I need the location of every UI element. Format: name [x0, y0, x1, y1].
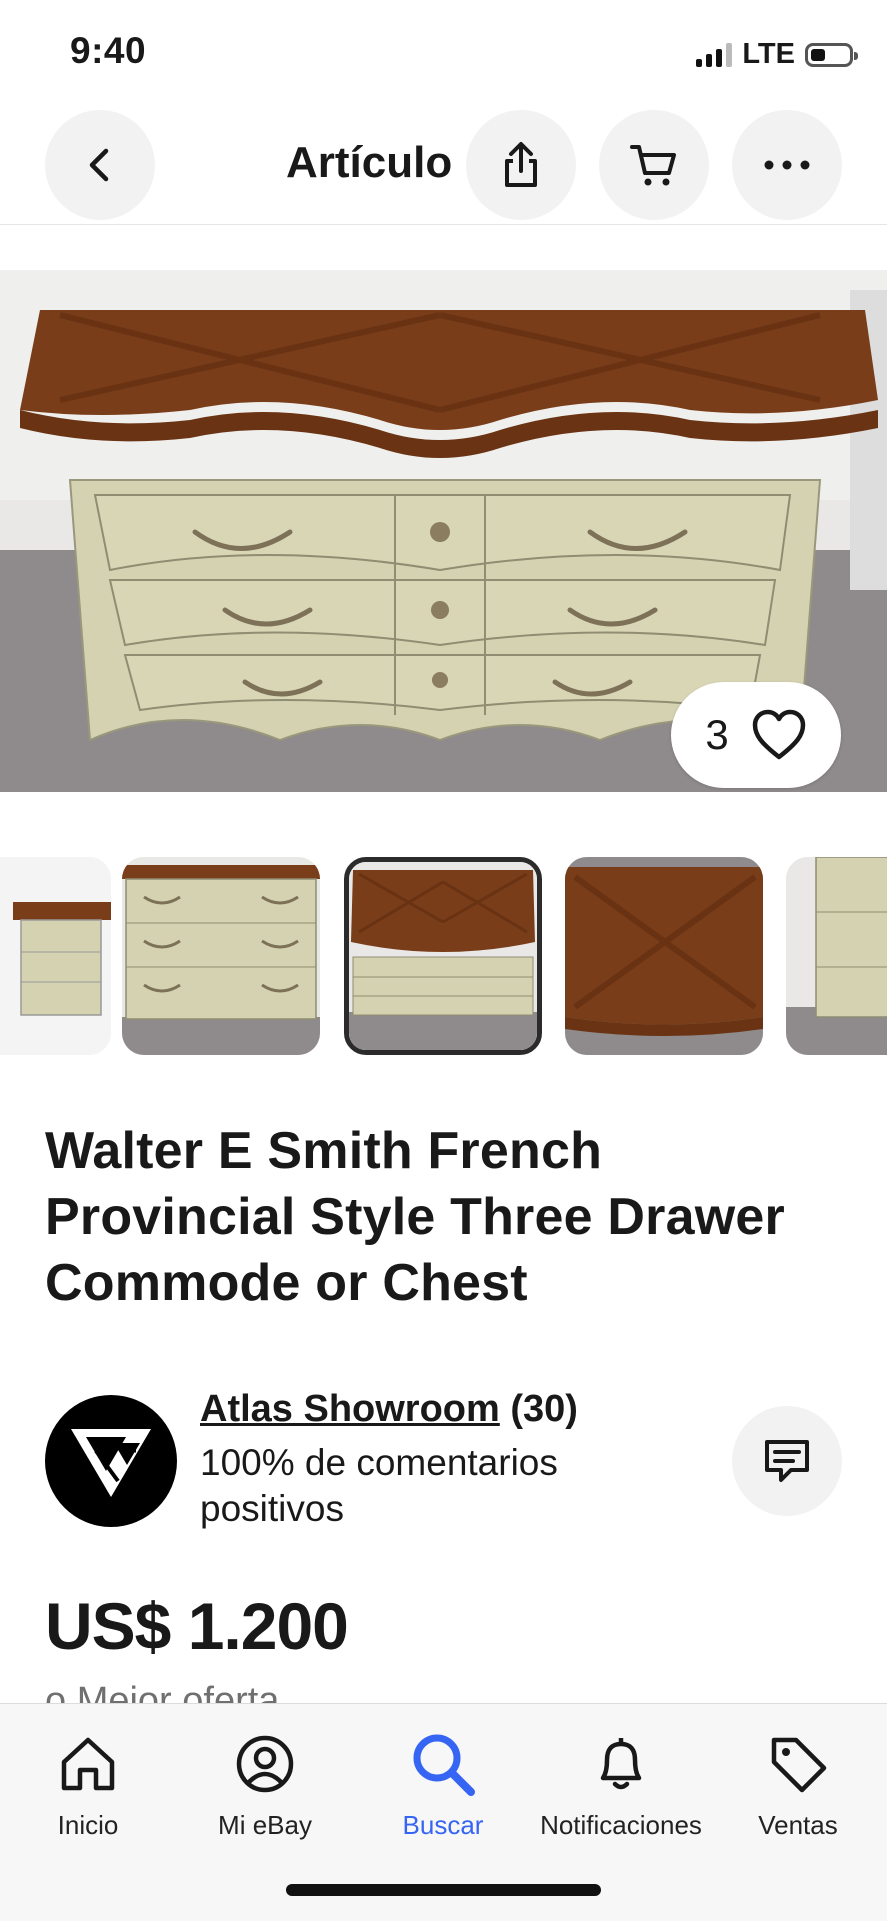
thumbnail-image [122, 857, 320, 1055]
atlas-logo-icon [71, 1429, 151, 1497]
top-app-bar: Artículo [0, 110, 887, 225]
watch-count: 3 [705, 711, 729, 758]
thumbnail-image [349, 862, 537, 1050]
tab-notificaciones[interactable]: Notificaciones [536, 1724, 706, 1841]
thumbnail-4[interactable] [565, 857, 763, 1055]
thumbnail-image [786, 857, 887, 1055]
status-indicators: LTE [696, 38, 858, 71]
thumbnail-3-selected[interactable] [344, 857, 542, 1055]
battery-icon [805, 42, 858, 67]
more-icon [764, 160, 810, 170]
tab-label: Ventas [758, 1810, 838, 1840]
tab-label: Mi eBay [218, 1810, 312, 1840]
share-button[interactable] [466, 110, 576, 220]
seller-avatar[interactable] [45, 1395, 177, 1527]
tab-label: Notificaciones [540, 1810, 702, 1840]
item-price: US$ 1.200 [45, 1589, 349, 1663]
home-indicator [286, 1884, 601, 1896]
seller-feedback-count: (30) [510, 1388, 578, 1430]
signal-icon [696, 42, 733, 67]
back-button[interactable] [45, 110, 155, 220]
watch-button[interactable]: 3 [671, 682, 841, 788]
thumbnail-strip[interactable] [0, 857, 887, 1057]
tab-inicio[interactable]: Inicio [3, 1724, 173, 1841]
seller-info: Atlas Showroom (30) [200, 1388, 578, 1431]
thumbnail-image [0, 857, 111, 1055]
thumbnail-image [565, 857, 763, 1055]
tab-buscar[interactable]: Buscar [358, 1724, 528, 1841]
message-icon [765, 1440, 809, 1482]
profile-icon [236, 1735, 294, 1793]
status-time: 9:40 [70, 30, 147, 71]
thumbnail-1[interactable] [0, 857, 111, 1055]
thumbnail-5[interactable] [786, 857, 887, 1055]
seller-feedback-percent: 100% de comentarios positivos [200, 1442, 558, 1529]
share-icon [505, 142, 537, 187]
page-title: Artículo [286, 138, 453, 187]
seller-name-link[interactable]: Atlas Showroom [200, 1388, 500, 1430]
heart-icon [752, 709, 805, 760]
tag-icon [771, 1737, 827, 1793]
tab-label: Buscar [402, 1810, 484, 1840]
bell-icon [600, 1738, 642, 1790]
thumbnail-2[interactable] [122, 857, 320, 1055]
search-icon [413, 1734, 475, 1796]
home-icon [61, 1737, 115, 1791]
tab-label: Inicio [57, 1810, 119, 1840]
network-label: LTE [742, 38, 795, 70]
cart-icon [630, 145, 676, 186]
cart-button[interactable] [599, 110, 709, 220]
more-options-button[interactable] [732, 110, 842, 220]
tab-ventas[interactable]: Ventas [713, 1724, 883, 1841]
status-bar: 9:40 LTE [0, 0, 887, 110]
back-arrow-icon [89, 148, 109, 182]
item-title: Walter E Smith French Provincial Style T… [45, 1122, 785, 1312]
contact-seller-button[interactable] [732, 1406, 842, 1516]
tab-mi-ebay[interactable]: Mi eBay [180, 1724, 350, 1841]
